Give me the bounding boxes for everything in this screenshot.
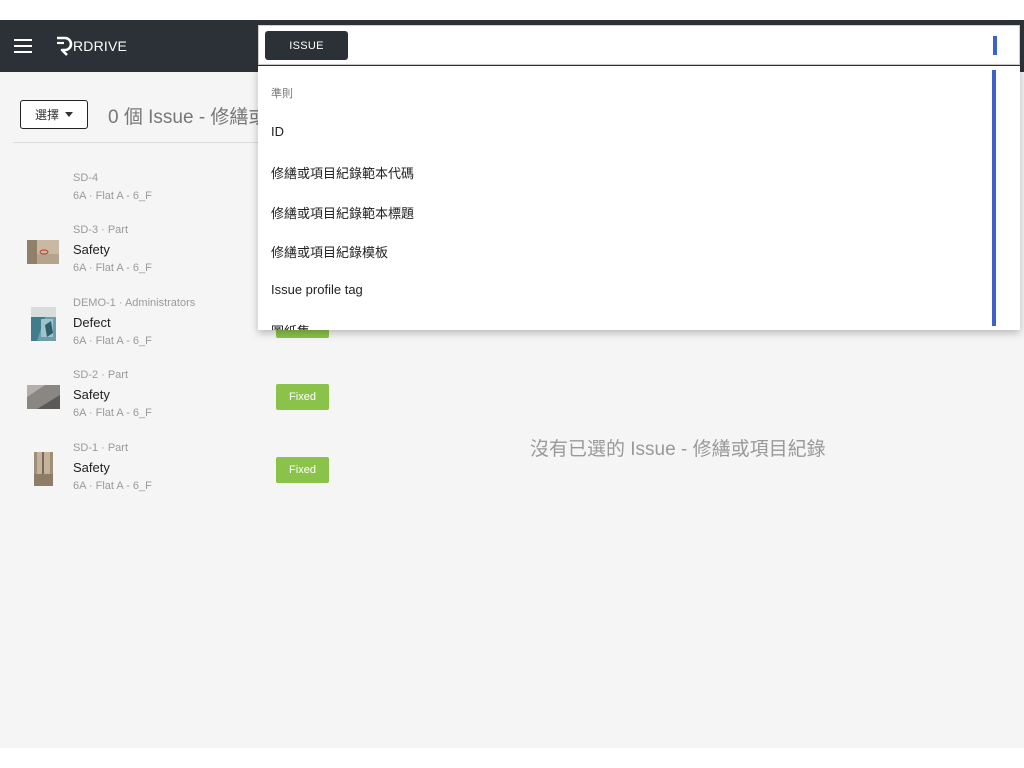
dropdown-item-drawing-set[interactable]: 圖紙集 (271, 321, 310, 330)
issue-list-item[interactable]: SD-2 · Part Safety 6A · Flat A - 6_F (0, 365, 260, 431)
issue-thumbnail (27, 385, 60, 409)
issue-list-item[interactable]: SD-3 · Part Safety 6A · Flat A - 6_F (0, 220, 260, 286)
issue-title: Safety (73, 460, 110, 475)
dropdown-item-template-code[interactable]: 修繕或項目紀錄範本代碼 (271, 163, 414, 182)
list-divider (13, 142, 260, 143)
dropdown-header: 準則 (271, 88, 293, 100)
caret-down-icon (65, 112, 73, 117)
app-root: RDRIVE 選擇 0 個 Issue - 修繕或項目紀錄 SD-4 6A · … (0, 20, 1024, 748)
criteria-dropdown: 準則 ID 修繕或項目紀錄範本代碼 修繕或項目紀錄範本標題 修繕或項目紀錄模板 … (258, 66, 1020, 330)
hamburger-menu-icon[interactable] (14, 39, 32, 53)
issue-location: 6A · Flat A - 6_F (73, 335, 152, 347)
issue-location: 6A · Flat A - 6_F (73, 262, 152, 274)
issue-location: 6A · Flat A - 6_F (73, 480, 152, 492)
issue-location: 6A · Flat A - 6_F (73, 407, 152, 419)
issue-list-item[interactable]: SD-1 · Part Safety 6A · Flat A - 6_F (0, 438, 260, 504)
dropdown-scrollbar[interactable] (992, 70, 996, 326)
status-badge: Fixed (276, 457, 329, 483)
app-logo[interactable]: RDRIVE (55, 36, 127, 56)
issue-meta: SD-4 (73, 172, 99, 184)
issue-meta: DEMO-1 · Administrators (73, 297, 196, 309)
dropdown-item-template-title[interactable]: 修繕或項目紀錄範本標題 (271, 203, 414, 222)
dropdown-item-profile-tag[interactable]: Issue profile tag (271, 282, 363, 297)
empty-selection-message: 沒有已選的 Issue - 修繕或項目紀錄 (530, 439, 826, 460)
dropdown-item-id[interactable]: ID (271, 124, 284, 139)
search-bar: ISSUE (258, 25, 1020, 65)
issue-meta: SD-3 · Part (73, 224, 129, 236)
select-button-label: 選擇 (34, 108, 59, 122)
filter-chip-issue[interactable]: ISSUE (265, 31, 348, 60)
dropdown-item-template[interactable]: 修繕或項目紀錄模板 (271, 242, 388, 261)
issue-thumbnail (27, 240, 59, 264)
issue-thumbnail (34, 452, 53, 486)
issue-list-item[interactable]: DEMO-1 · Administrators Defect 6A · Flat… (0, 293, 260, 359)
issue-thumbnail (31, 307, 56, 341)
issue-location: 6A · Flat A - 6_F (73, 190, 152, 202)
select-dropdown-button[interactable]: 選擇 (20, 100, 88, 129)
rdrive-logo-icon (57, 36, 73, 56)
issue-title: Defect (73, 315, 111, 330)
issue-meta: SD-2 · Part (73, 369, 129, 381)
issue-meta: SD-1 · Part (73, 442, 129, 454)
text-cursor-indicator (993, 36, 997, 55)
issue-title: Safety (73, 387, 110, 402)
search-input[interactable] (355, 32, 975, 60)
logo-text: RDRIVE (73, 38, 128, 54)
issue-title: Safety (73, 242, 110, 257)
status-badge: Fixed (276, 384, 329, 410)
